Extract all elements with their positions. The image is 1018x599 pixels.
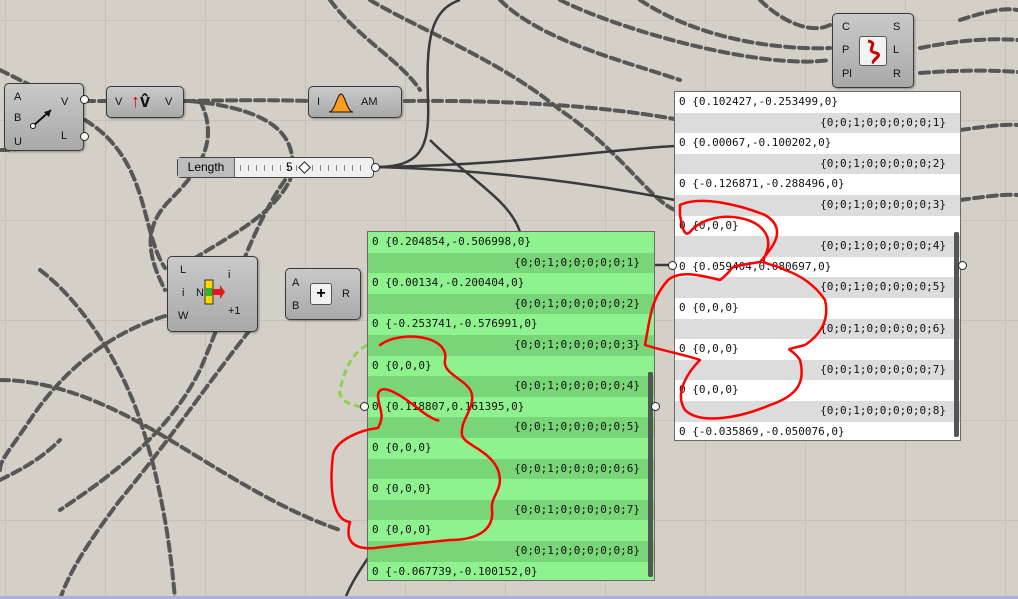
grasshopper-canvas[interactable]: A B U V L V ↑v̂ V I AM C P Pl S L R Leng… bbox=[0, 0, 1018, 599]
annotation-layer bbox=[330, 199, 828, 550]
annotation-scribble bbox=[330, 335, 501, 550]
annotation-scribble bbox=[643, 199, 828, 420]
